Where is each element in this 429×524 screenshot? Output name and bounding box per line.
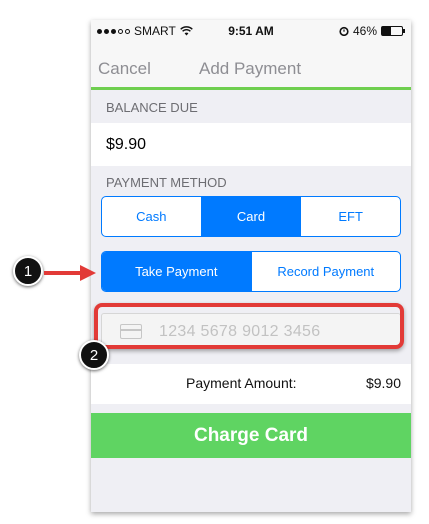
status-bar: SMART 9:51 AM 46% [91,20,411,42]
payment-amount-label: Payment Amount: [186,375,297,391]
phone-screen: SMART 9:51 AM 46% Cancel Add Payment BAL… [91,20,411,512]
payment-amount-row: Payment Amount: $9.90 [91,364,411,404]
cancel-button[interactable]: Cancel [98,59,151,79]
nav-bar: Cancel Add Payment [91,42,411,90]
balance-due-header: BALANCE DUE [106,100,198,115]
payment-method-selector: Cash Card EFT [101,196,401,237]
alarm-icon [339,26,349,36]
payment-amount-value: $9.90 [365,375,401,391]
battery-icon [381,26,405,36]
balance-row: $9.90 [91,123,411,166]
payment-method-header: PAYMENT METHOD [106,175,227,190]
balance-value: $9.90 [106,136,147,153]
callout-badge-2: 2 [79,340,109,370]
page-title: Add Payment [199,59,302,78]
card-input-highlight [94,303,404,349]
method-card-button[interactable]: Card [201,197,302,236]
callout-arrow-icon [44,265,96,281]
charge-card-button[interactable]: Charge Card [91,413,411,458]
payment-mode-selector: Take Payment Record Payment [101,251,401,292]
battery-percent: 46% [352,24,377,38]
method-eft-button[interactable]: EFT [301,197,400,236]
status-right: 46% [339,24,405,38]
take-payment-button[interactable]: Take Payment [102,252,252,291]
callout-badge-1: 1 [13,256,43,286]
method-cash-button[interactable]: Cash [102,197,202,236]
record-payment-button[interactable]: Record Payment [252,252,401,291]
